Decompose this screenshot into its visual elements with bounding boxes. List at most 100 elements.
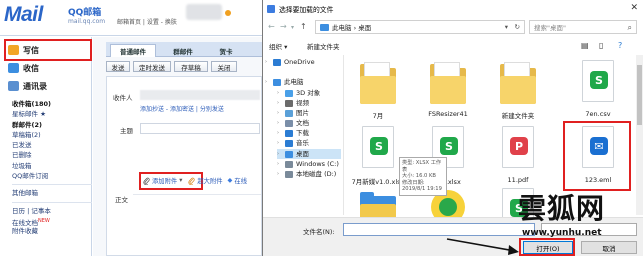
folder-list: 收件箱(180) 星标邮件 ★ 群邮件(2) 草稿箱(2) 已发送 已删除 垃圾… — [12, 99, 92, 237]
help-icon[interactable]: ? — [618, 41, 622, 50]
tree-item[interactable]: › 本地磁盘 (D:) — [277, 169, 341, 179]
tree-item-icon — [285, 99, 293, 107]
recipient-links[interactable]: 添加抄送 - 添加密送 | 分别发送 — [140, 104, 224, 113]
preview-pane-icon[interactable]: ▯ — [599, 41, 603, 50]
cancel-button[interactable]: 取消 — [581, 241, 637, 254]
chevron-right-icon[interactable]: › — [277, 138, 285, 148]
folder-item-deleted[interactable]: 已删除 — [12, 150, 92, 160]
add-attachment-button[interactable]: 添加附件 — [152, 176, 177, 185]
chevron-right-icon[interactable]: › — [277, 169, 285, 179]
paperclip-icon — [143, 177, 150, 185]
folder-item-sent[interactable]: 已发送 — [12, 140, 92, 150]
dialog-close-icon[interactable]: ✕ — [630, 3, 638, 13]
tree-item[interactable]: › 下载 — [277, 128, 341, 138]
qqmail-logo[interactable]: Mail — [4, 3, 43, 27]
calendar-notes-link[interactable]: 日历 | 记事本 — [12, 206, 92, 216]
tree-item-label: 3D 对象 — [296, 89, 321, 97]
tree-item[interactable]: › OneDrive — [265, 57, 341, 67]
online-docs-link[interactable]: 在线文档NEW — [12, 216, 92, 227]
subject-input[interactable] — [140, 123, 260, 134]
chevron-right-icon[interactable]: › — [277, 149, 285, 159]
other-mailboxes[interactable]: 其他邮箱 — [12, 188, 92, 198]
recent-dropdown-icon[interactable]: ▾ — [291, 24, 294, 31]
tree-item[interactable]: › 桌面 — [277, 149, 341, 159]
dialog-title: 选择要加载的文件 — [279, 5, 334, 14]
save-draft-button[interactable]: 存草稿 — [174, 61, 208, 72]
inbox-button[interactable]: 收信 — [8, 60, 39, 76]
super-attachment-icon — [188, 177, 195, 185]
search-placeholder: 搜索"桌面" — [534, 24, 566, 32]
contacts-icon — [8, 81, 19, 91]
view-options-icon[interactable]: ▤ — [581, 41, 589, 50]
body-editor[interactable] — [133, 194, 261, 254]
attach-dropdown-icon[interactable]: ▾ — [179, 177, 182, 184]
file-item[interactable]: P 11.pdf — [487, 124, 549, 184]
filename-label: 文件名(N): — [303, 228, 335, 236]
tree-item-label: 音乐 — [296, 139, 309, 147]
address-dropdown-icon[interactable]: ▾ — [505, 23, 508, 31]
tab-group-mail[interactable]: 群邮件 — [162, 44, 204, 57]
tree-item[interactable]: › 图片 — [277, 108, 341, 118]
tree-item[interactable]: › 视频 — [277, 98, 341, 108]
dialog-navbar: ← → ▾ ↑ 此电脑 › 桌面 ▾ ↻ 搜索"桌面" ⌕ — [263, 17, 643, 37]
tree-item-label: 桌面 — [296, 150, 309, 158]
refresh-icon[interactable]: ↻ — [515, 23, 520, 31]
scrollbar-thumb[interactable] — [637, 65, 642, 125]
compose-area: 普通邮件 群邮件 贺卡 发送 定时发送 存草稿 关闭 收件人 添加抄送 - 添加… — [93, 37, 262, 256]
folder-item-starred[interactable]: 星标邮件 ★ — [12, 109, 92, 119]
tree-item[interactable]: › Windows (C:) — [277, 159, 341, 169]
folder-item-drafts[interactable]: 草稿箱(2) — [12, 130, 92, 140]
chevron-right-icon[interactable]: › — [277, 128, 285, 138]
new-folder-button[interactable]: 新建文件夹 — [307, 41, 340, 51]
tree-item[interactable]: › 文档 — [277, 118, 341, 128]
chevron-right-icon[interactable]: › — [277, 88, 285, 98]
attachment-favorites-link[interactable]: 附件收藏 — [12, 226, 92, 236]
file-item[interactable]: FSResizer41 — [417, 58, 479, 118]
contacts-button[interactable]: 通讯录 — [8, 78, 47, 94]
super-attachment-button[interactable]: 超大附件 — [197, 176, 222, 185]
tooltip-line: 修改日期: 2019/8/1 19:19 — [402, 179, 442, 193]
pane-divider[interactable] — [343, 55, 344, 215]
folder-item-subscriptions[interactable]: QQ邮件订阅 — [12, 171, 92, 181]
qqmail-window: Mail QQ邮箱 mail.qq.com 邮箱首页 | 设置 - 换肤 写信 … — [0, 0, 262, 256]
search-icon[interactable]: ⌕ — [628, 23, 632, 33]
online-doc-button[interactable]: 在线 — [234, 176, 247, 185]
folder-item-inbox[interactable]: 收件箱(180) — [12, 99, 92, 109]
up-arrow-icon[interactable]: ↑ — [300, 22, 307, 31]
tree-item[interactable]: › 音乐 — [277, 138, 341, 148]
tree-item[interactable]: › 3D 对象 — [277, 88, 341, 98]
tab-normal-mail[interactable]: 普通邮件 — [110, 44, 156, 57]
back-arrow-icon[interactable]: ← — [268, 22, 275, 31]
organize-menu[interactable]: 组织 ▾ — [269, 41, 287, 51]
qqmail-top-links[interactable]: 邮箱首页 | 设置 - 换肤 — [117, 17, 177, 26]
computer-icon — [320, 23, 329, 31]
tree-item-icon — [285, 170, 293, 178]
folder-icon — [500, 62, 536, 106]
write-button[interactable]: 写信 — [8, 42, 39, 58]
forward-arrow-icon[interactable]: → — [280, 22, 287, 31]
search-field[interactable]: 搜索"桌面" ⌕ — [529, 20, 637, 34]
file-item[interactable]: 7月 — [347, 58, 409, 120]
chevron-right-icon[interactable]: › — [277, 98, 285, 108]
file-item[interactable]: S 7en.csv — [567, 58, 629, 118]
tree-item-icon — [285, 109, 293, 117]
address-bar[interactable]: 此电脑 › 桌面 ▾ ↻ — [315, 20, 525, 34]
tab-greeting-card[interactable]: 贺卡 — [210, 44, 242, 57]
folder-item-group[interactable]: 群邮件(2) — [12, 120, 92, 130]
status-dot-icon — [225, 10, 231, 16]
send-button[interactable]: 发送 — [106, 61, 130, 72]
chevron-right-icon[interactable]: › — [265, 57, 273, 67]
tree-item[interactable]: › 此电脑 — [265, 77, 341, 87]
chevron-right-icon[interactable]: › — [277, 108, 285, 118]
chevron-right-icon[interactable]: › — [265, 77, 273, 87]
tree-item-label: 此电脑 — [284, 78, 304, 86]
chevron-right-icon[interactable]: › — [277, 118, 285, 128]
recipient-input[interactable] — [140, 90, 260, 100]
file-item[interactable]: 新建文件夹 — [487, 58, 549, 120]
scheduled-send-button[interactable]: 定时发送 — [133, 61, 171, 72]
folder-item-spam[interactable]: 垃圾箱 — [12, 161, 92, 171]
file-scrollbar[interactable] — [636, 55, 643, 215]
chevron-right-icon[interactable]: › — [277, 159, 285, 169]
user-account-blurred — [186, 4, 222, 20]
close-compose-button[interactable]: 关闭 — [211, 61, 237, 72]
